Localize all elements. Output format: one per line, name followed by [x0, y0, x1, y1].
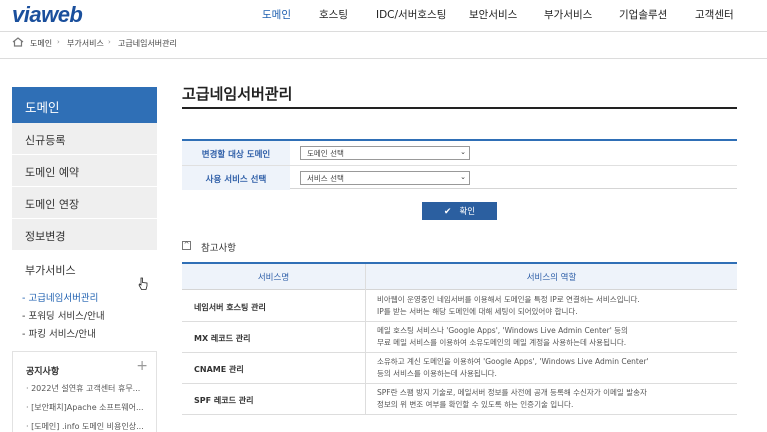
table-row: CNAME 관리 소유하고 계신 도메인을 이용하여 'Google Apps'…: [182, 353, 737, 384]
collapse-toggle-icon[interactable]: ^: [182, 241, 191, 250]
notice-item[interactable]: · [도메인] .info 도메인 비용인상...: [26, 421, 154, 432]
notice-box: 공지사항 + · 2022년 설연휴 고객센터 휴무... · [보안패치]Ap…: [12, 351, 157, 432]
sidebar-item-register[interactable]: 신규등록: [12, 123, 157, 155]
header-divider: [0, 31, 767, 32]
reference-title: 참고사항: [201, 243, 236, 254]
sidebar-item-addon[interactable]: 부가서비스: [12, 253, 157, 285]
domain-select[interactable]: 도메인 선택 ⌄: [300, 146, 470, 160]
service-desc: SPF란 스팸 방지 기술로, 메일서버 정보를 사전에 공개 등록해 수신자가…: [377, 388, 647, 409]
nav-hosting[interactable]: 호스팅: [319, 7, 348, 22]
chevron-right-icon: ›: [108, 38, 111, 46]
service-name: SPF 레코드 관리: [194, 396, 254, 405]
form-row-service: 사용 서비스 선택 서비스 선택 ⌄: [182, 166, 737, 190]
service-name: MX 레코드 관리: [194, 334, 251, 343]
chevron-right-icon: ›: [57, 38, 60, 46]
sidebar-item-info-change[interactable]: 정보변경: [12, 219, 157, 251]
service-name: CNAME 관리: [194, 365, 244, 374]
confirm-button[interactable]: ✔ 확인: [422, 202, 497, 220]
table-row: 네임서버 호스팅 관리 비아웹이 운영중인 네임서버를 이용해서 도메인을 특정…: [182, 291, 737, 322]
table-row: SPF 레코드 관리 SPF란 스팸 방지 기술로, 메일서버 정보를 사전에 …: [182, 384, 737, 415]
table-header-role: 서비스의 역할: [366, 264, 737, 290]
notice-item[interactable]: · 2022년 설연휴 고객센터 휴무...: [26, 383, 154, 394]
service-select-value: 서비스 선택: [307, 174, 344, 183]
main-nav: 도메인 호스팅 IDC/서버호스팅 보안서비스 부가서비스 기업솔루션 고객센터: [0, 7, 767, 21]
nav-security[interactable]: 보안서비스: [469, 7, 517, 22]
service-desc: 소유하고 계신 도메인을 이용하여 'Google Apps', 'Window…: [377, 357, 649, 378]
sidebar-sub-forwarding[interactable]: - 포워딩 서비스/안내: [22, 308, 105, 322]
breadcrumb-divider: [0, 58, 767, 59]
service-name: 네임서버 호스팅 관리: [194, 303, 266, 312]
table-row: MX 레코드 관리 메일 호스팅 서비스나 'Google Apps', 'Wi…: [182, 322, 737, 353]
domain-label: 변경할 대상 도메인: [182, 141, 290, 165]
form-row-domain: 변경할 대상 도메인 도메인 선택 ⌄: [182, 141, 737, 165]
plus-icon[interactable]: +: [136, 358, 148, 374]
service-label: 사용 서비스 선택: [182, 166, 290, 190]
selection-form: 변경할 대상 도메인 도메인 선택 ⌄ 사용 서비스 선택 서비스 선택 ⌄: [182, 139, 737, 190]
nav-enterprise[interactable]: 기업솔루션: [619, 7, 667, 22]
notice-item[interactable]: · [보안패치]Apache 소프트웨어...: [26, 402, 154, 413]
table-header-name: 서비스명: [182, 264, 365, 290]
service-select[interactable]: 서비스 선택 ⌄: [300, 171, 470, 185]
confirm-label: 확인: [459, 207, 476, 217]
breadcrumb-item[interactable]: 고급네임서버관리: [118, 38, 177, 49]
nav-idc[interactable]: IDC/서버호스팅: [376, 7, 446, 22]
nav-support[interactable]: 고객센터: [695, 7, 734, 22]
sidebar-item-renew[interactable]: 도메인 연장: [12, 187, 157, 219]
check-icon: ✔: [443, 207, 452, 217]
chevron-down-icon: ⌄: [460, 173, 466, 181]
sidebar-sub-parking[interactable]: - 파킹 서비스/안내: [22, 326, 96, 340]
breadcrumb-item[interactable]: 도메인: [30, 38, 52, 49]
title-divider: [182, 107, 737, 109]
service-table: 서비스명 서비스의 역할 네임서버 호스팅 관리 비아웹이 운영중인 네임서버를…: [182, 262, 737, 415]
page-title: 고급네임서버관리: [182, 85, 293, 103]
nav-addon[interactable]: 부가서비스: [544, 7, 592, 22]
nav-domain[interactable]: 도메인: [262, 7, 291, 22]
service-desc: 비아웹이 운영중인 네임서버를 이용해서 도메인을 특정 IP로 연결하는 서비…: [377, 295, 640, 316]
notice-title: 공지사항: [26, 367, 60, 377]
site-header: viaweb 도메인 호스팅 IDC/서버호스팅 보안서비스 부가서비스 기업솔…: [0, 0, 767, 31]
sidebar-sub-advanced-ns[interactable]: - 고급네임서버관리: [22, 290, 98, 304]
home-icon[interactable]: [12, 37, 24, 47]
breadcrumb-item[interactable]: 부가서비스: [67, 38, 104, 49]
mouse-pointer-icon: [138, 277, 148, 290]
sidebar-title[interactable]: 도메인: [12, 87, 157, 123]
sidebar-item-reserve[interactable]: 도메인 예약: [12, 155, 157, 187]
chevron-down-icon: ⌄: [460, 148, 466, 156]
domain-select-value: 도메인 선택: [307, 149, 344, 158]
service-desc: 메일 호스팅 서비스나 'Google Apps', 'Windows Live…: [377, 326, 628, 347]
